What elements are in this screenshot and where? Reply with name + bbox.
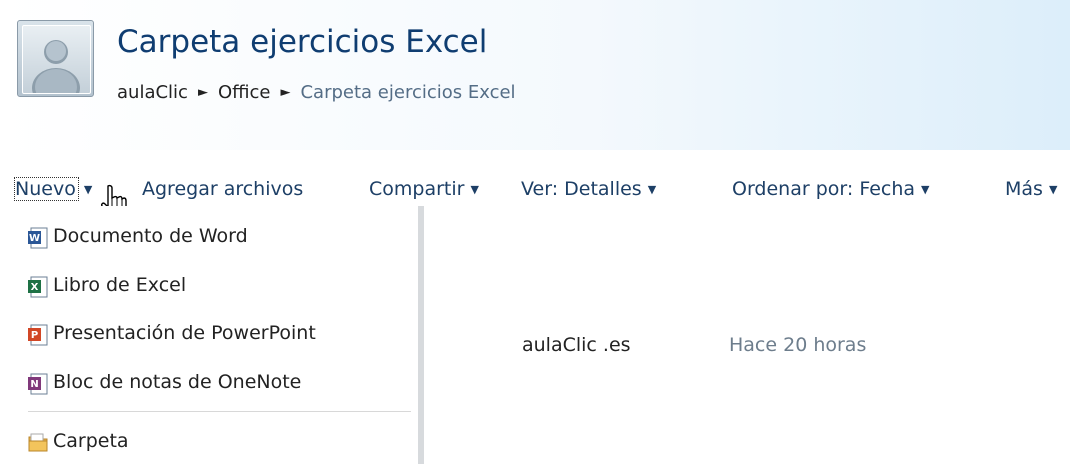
share-label: Compartir — [369, 178, 465, 200]
view-details-button[interactable]: Ver: Detalles ▼ — [521, 176, 656, 205]
menu-divider — [28, 411, 411, 412]
menu-item-label: Presentación de PowerPoint — [53, 322, 316, 344]
chevron-down-icon: ▼ — [470, 183, 479, 196]
page-title: Carpeta ejercicios Excel — [117, 24, 488, 60]
share-button[interactable]: Compartir ▼ — [369, 176, 479, 205]
svg-text:P: P — [31, 330, 38, 341]
more-button[interactable]: Más ▼ — [1005, 176, 1057, 205]
new-dropdown-menu: W Documento de Word X Libro de Excel P P… — [17, 206, 424, 464]
chevron-down-icon: ▼ — [83, 183, 93, 196]
excel-book-icon: X — [27, 273, 49, 297]
onenote-icon: N — [27, 370, 49, 394]
breadcrumb-separator-icon: ► — [280, 85, 291, 100]
breadcrumb: aulaClic ► Office ► Carpeta ejercicios Excel — [117, 81, 516, 107]
chevron-down-icon: ▼ — [1048, 183, 1058, 196]
chevron-down-icon: ▼ — [647, 183, 657, 196]
folder-avatar — [17, 20, 94, 97]
menu-item-label: Documento de Word — [53, 225, 248, 247]
breadcrumb-current: Carpeta ejercicios Excel — [300, 82, 516, 103]
file-modified-time: Hace 20 horas — [729, 334, 867, 356]
add-files-button[interactable]: Agregar archivos — [142, 176, 303, 202]
person-icon — [22, 25, 91, 94]
menu-item-folder[interactable]: Carpeta — [27, 422, 129, 460]
menu-item-word[interactable]: W Documento de Word — [27, 217, 248, 255]
menu-item-onenote[interactable]: N Bloc de notas de OneNote — [27, 363, 301, 401]
menu-item-powerpoint[interactable]: P Presentación de PowerPoint — [27, 314, 316, 352]
menu-item-label: Carpeta — [53, 430, 129, 452]
breadcrumb-item-office[interactable]: Office — [218, 82, 271, 103]
svg-text:X: X — [31, 282, 39, 293]
view-label: Ver: Detalles — [521, 178, 642, 200]
breadcrumb-item-aulaclic[interactable]: aulaClic — [117, 82, 188, 103]
word-doc-icon: W — [27, 224, 49, 248]
header-background — [0, 0, 1070, 150]
sort-by-date-button[interactable]: Ordenar por: Fecha ▼ — [732, 176, 930, 205]
folder-icon — [27, 429, 49, 451]
file-author[interactable]: aulaClic .es — [522, 334, 631, 356]
menu-item-label: Libro de Excel — [53, 274, 187, 296]
svg-text:N: N — [30, 379, 38, 390]
menu-item-label: Bloc de notas de OneNote — [53, 371, 302, 393]
new-menu-button[interactable]: Nuevo ▼ — [14, 176, 93, 205]
breadcrumb-separator-icon: ► — [197, 85, 208, 100]
sort-label: Ordenar por: Fecha — [732, 178, 916, 200]
chevron-down-icon: ▼ — [921, 183, 930, 196]
more-label: Más — [1005, 178, 1043, 200]
new-label: Nuevo — [14, 177, 79, 201]
powerpoint-icon: P — [27, 321, 49, 345]
menu-item-excel[interactable]: X Libro de Excel — [27, 266, 186, 304]
svg-text:W: W — [29, 233, 40, 244]
